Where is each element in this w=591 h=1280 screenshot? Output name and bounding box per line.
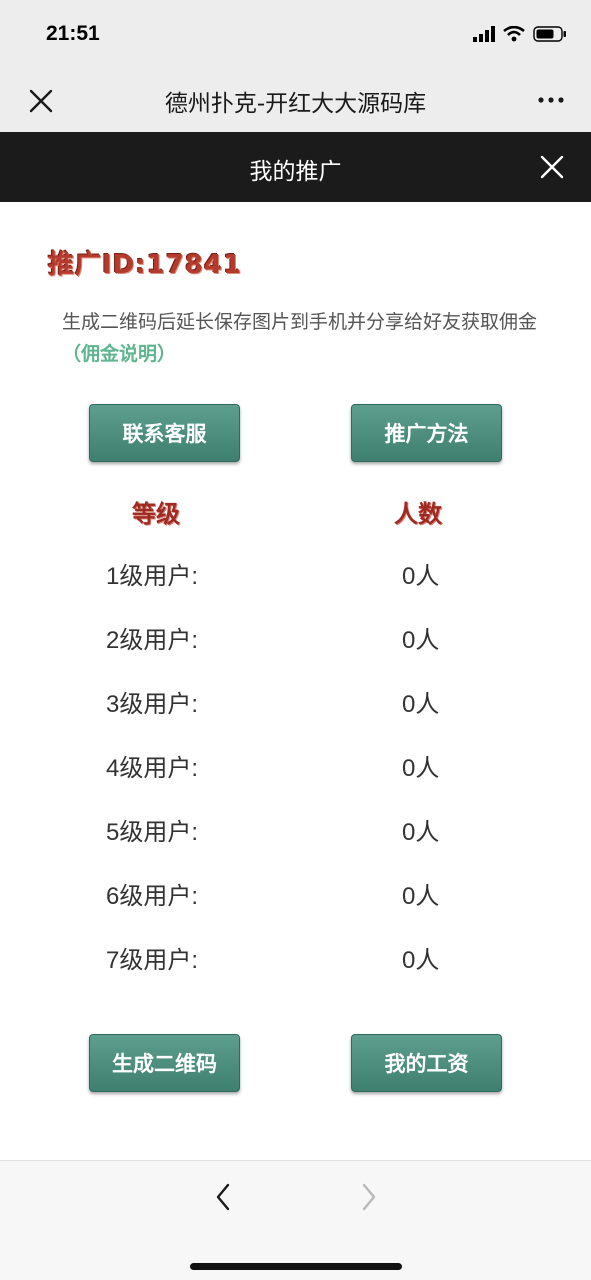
level-count: 0人 [402, 755, 440, 782]
level-column-header: 等级 [132, 500, 180, 528]
page-title: 我的推广 [249, 159, 342, 185]
table-row: 7级用户: 0人 [0, 940, 591, 980]
promo-id-value: 17841 [146, 250, 243, 280]
more-icon[interactable] [535, 84, 567, 116]
level-label: 5级用户: [106, 819, 199, 846]
status-time: 21:51 [46, 22, 100, 45]
level-label: 6级用户: [106, 883, 199, 910]
home-indicator[interactable] [190, 1263, 402, 1270]
wifi-icon [503, 25, 525, 46]
browser-title: 德州扑克-开红大大源码库 [164, 91, 427, 117]
back-icon[interactable] [208, 1181, 240, 1213]
promo-description-text: 生成二维码后延长保存图片到手机并分享给好友获取佣金 [62, 311, 538, 333]
table-row: 4级用户: 0人 [0, 748, 591, 788]
my-salary-button[interactable]: 我的工资 [351, 1034, 502, 1092]
count-column-header: 人数 [394, 500, 442, 528]
status-bar: 21:51 [0, 0, 591, 70]
browser-nav-bar: 德州扑克-开红大大源码库 [0, 70, 591, 132]
commission-info-link[interactable]: （佣金说明） [62, 343, 176, 365]
level-count: 0人 [402, 691, 440, 718]
level-label: 2级用户: [106, 627, 199, 654]
level-count: 0人 [402, 819, 440, 846]
promotion-method-button[interactable]: 推广方法 [351, 404, 502, 462]
level-count: 0人 [402, 563, 440, 590]
promo-id-label: 推广ID: [48, 250, 147, 280]
forward-icon[interactable] [352, 1181, 384, 1213]
close-icon[interactable] [24, 84, 58, 118]
battery-icon [533, 26, 567, 46]
level-label: 1级用户: [106, 563, 199, 590]
status-icons [473, 24, 567, 48]
browser-toolbar [0, 1160, 591, 1280]
promo-id: 推广ID:17841 [48, 244, 242, 281]
table-row: 2级用户: 0人 [0, 620, 591, 660]
signal-icon [473, 26, 495, 46]
close-icon[interactable] [539, 154, 565, 180]
table-row: 5级用户: 0人 [0, 812, 591, 852]
contact-service-button[interactable]: 联系客服 [89, 404, 240, 462]
level-label: 7级用户: [106, 947, 199, 974]
page-header: 我的推广 [0, 132, 591, 202]
level-count: 0人 [402, 883, 440, 910]
level-count: 0人 [402, 627, 440, 654]
generate-qrcode-button[interactable]: 生成二维码 [89, 1034, 240, 1092]
table-row: 6级用户: 0人 [0, 876, 591, 916]
promo-description: 生成二维码后延长保存图片到手机并分享给好友获取佣金 （佣金说明） [62, 306, 542, 370]
table-row: 3级用户: 0人 [0, 684, 591, 724]
table-row: 1级用户: 0人 [0, 556, 591, 596]
level-label: 4级用户: [106, 755, 199, 782]
level-count: 0人 [402, 947, 440, 974]
level-label: 3级用户: [106, 691, 199, 718]
